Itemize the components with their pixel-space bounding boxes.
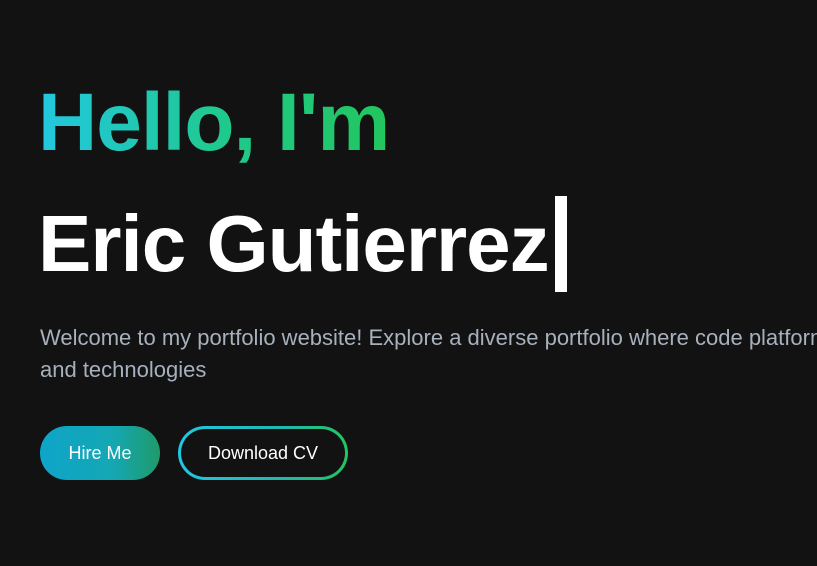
greeting-heading: Hello, I'm — [38, 77, 390, 168]
hero-actions: Hire Me Download CV — [40, 426, 348, 480]
hire-me-button[interactable]: Hire Me — [40, 426, 160, 480]
download-cv-border: Download CV — [178, 426, 348, 480]
name-line: Eric Gutierrez — [38, 196, 567, 292]
name-heading: Eric Gutierrez — [38, 199, 550, 288]
download-cv-button[interactable]: Download CV — [181, 429, 345, 477]
typing-cursor — [554, 196, 567, 292]
intro-description: Welcome to my portfolio website! Explore… — [40, 325, 817, 382]
hero-section: Hello, I'm Eric Gutierrez Welcome to my … — [0, 0, 817, 566]
